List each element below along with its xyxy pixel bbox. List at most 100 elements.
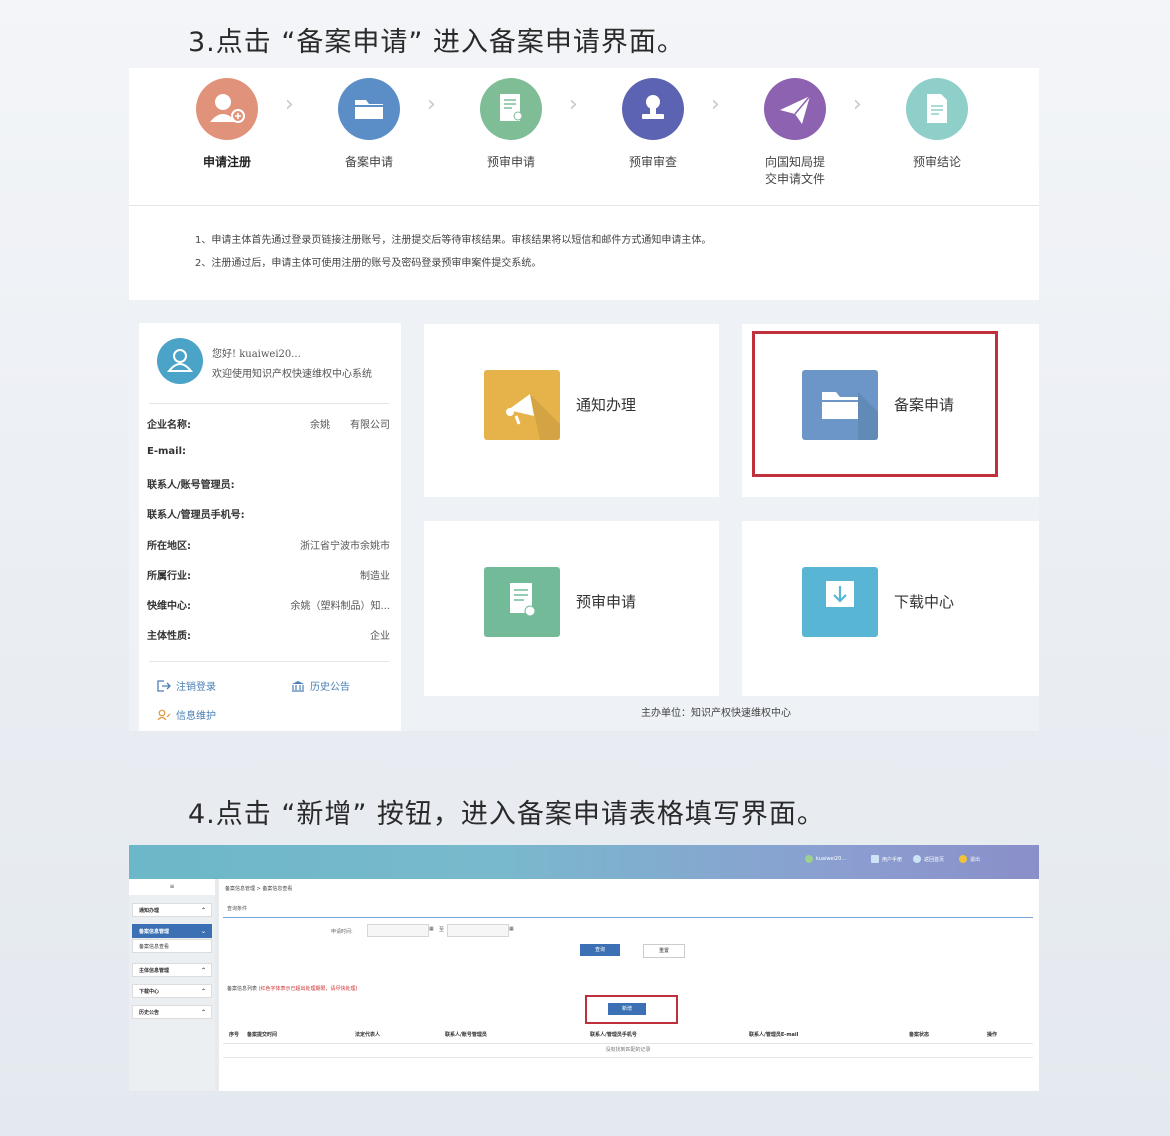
step-filing[interactable]: 备案申请	[309, 78, 429, 171]
column-header: 法定代表人	[355, 1032, 381, 1038]
sidebar: ≡ 通知办理 ⌃ 备案信息管理 ⌄ 备案信息查看 主体信息管理 ⌃ 下载中心 ⌃ 历史公…	[129, 879, 215, 1091]
step-label: 备案申请	[344, 155, 393, 169]
step-label: 预审申请	[486, 155, 535, 169]
apply-time-label: 申请时间:	[331, 929, 353, 935]
chevron-right-icon: ›	[711, 92, 720, 117]
process-steps-card: 申请注册 › 备案申请 › 预审申请 › 预审审查 › 向国知局提 交申请文件 …	[129, 68, 1039, 300]
screenshot-1: 申请注册 › 备案申请 › 预审申请 › 预审审查 › 向国知局提 交申请文件 …	[129, 68, 1039, 731]
step-label: 预审审查	[628, 155, 677, 169]
info-row-region: 所在地区: 浙江省宁波市余姚市	[147, 541, 390, 552]
greeting-text: 您好! kuaiwei20...	[212, 349, 301, 360]
screenshot-2: kuaiwei20... 用户手册 返回首页 退出 ≡ 通知办理 ⌃ 备案信息管理…	[129, 845, 1039, 1091]
tile-notice[interactable]: 通知办理	[424, 324, 719, 497]
column-header: 序号	[229, 1032, 240, 1038]
info-row-contact: 联系人/账号管理员:	[147, 480, 235, 491]
document-user-icon	[480, 78, 542, 140]
manual-link[interactable]: 用户手册	[871, 855, 902, 863]
welcome-text: 欢迎使用知识产权快速维权中心系统	[212, 369, 372, 380]
tile-label: 下载中心	[894, 593, 955, 611]
step-conclusion[interactable]: 预审结论	[877, 78, 997, 171]
info-row-type: 主体性质: 企业	[147, 631, 390, 642]
info-row-industry: 所属行业: 制造业	[147, 571, 390, 582]
sidebar-item-download[interactable]: 下载中心 ⌃	[132, 984, 212, 998]
breadcrumb: 备案信息管理 > 备案信息查看	[225, 886, 293, 892]
tile-label: 通知办理	[576, 396, 637, 414]
end-date-input[interactable]	[447, 924, 509, 937]
sidebar-item-history[interactable]: 历史公告 ⌃	[132, 1005, 212, 1019]
registration-notes: 1、申请主体首先通过登录页链接注册账号，注册提交后等待审核结果。审核结果将以短信…	[195, 229, 711, 275]
avatar-icon	[157, 338, 203, 384]
sidebar-item-filing-manage[interactable]: 备案信息管理 ⌄	[132, 924, 212, 938]
chevron-right-icon: ›	[427, 92, 436, 117]
step-label: 向国知局提 交申请文件	[764, 155, 825, 186]
query-title: 查询条件	[227, 906, 248, 912]
book-icon	[871, 855, 879, 863]
stamp-icon	[622, 78, 684, 140]
logout-link[interactable]: 注销登录	[157, 678, 216, 693]
divider	[149, 661, 389, 662]
info-row-email: E-mail:	[147, 446, 187, 457]
chevron-right-icon: ›	[853, 92, 862, 117]
home-icon	[913, 855, 921, 863]
menu-toggle-icon[interactable]: ≡	[129, 879, 215, 895]
user-edit-icon	[157, 709, 171, 720]
highlight-box	[585, 995, 678, 1024]
info-row-company: 企业名称: 余姚 有限公司	[147, 420, 390, 431]
sponsor-footer: 主办单位：知识产权快速维权中心	[641, 708, 791, 719]
tile-pre-review[interactable]: 预审申请	[424, 521, 719, 696]
user-info-panel: 您好! kuaiwei20... 欢迎使用知识产权快速维权中心系统 企业名称: 余…	[139, 323, 401, 731]
note-line: 1、申请主体首先通过登录页链接注册账号，注册提交后等待审核结果。审核结果将以短信…	[195, 235, 712, 246]
to-label: 至	[439, 927, 445, 933]
info-row-center: 快维中心: 余姚（塑料制品）知...	[147, 601, 390, 612]
user-greeting: 您好! kuaiwei20... 欢迎使用知识产权快速维权中心系统	[212, 345, 372, 385]
document-icon	[906, 78, 968, 140]
user-icon	[805, 855, 813, 863]
step4-heading: 4.点击 “新增” 按钮，进入备案申请表格填写界面。	[188, 799, 825, 830]
home-link[interactable]: 返回首页	[913, 855, 944, 863]
highlight-box	[752, 331, 998, 477]
download-icon	[802, 567, 878, 637]
column-header: 联系人/管理员E-mail	[749, 1032, 799, 1038]
column-header: 联系人/管理员手机号	[590, 1032, 637, 1038]
info-row-phone: 联系人/管理员手机号:	[147, 510, 245, 521]
paper-plane-icon	[764, 78, 826, 140]
bank-icon	[292, 680, 304, 692]
power-icon	[959, 855, 967, 863]
calendar-icon[interactable]: ▦	[509, 926, 514, 932]
column-header: 联系人/账号管理员	[445, 1032, 487, 1038]
step3-heading: 3.点击 “备案申请” 进入备案申请界面。	[188, 27, 685, 58]
chevron-right-icon: ›	[569, 92, 578, 117]
chevron-right-icon: ›	[285, 92, 294, 117]
user-menu[interactable]: kuaiwei20...	[805, 855, 846, 863]
query-button[interactable]: 查询	[580, 944, 620, 956]
step-label: 预审结论	[912, 155, 961, 169]
tile-label: 预审申请	[576, 593, 637, 611]
logout-icon	[157, 679, 171, 692]
step-label: 申请注册	[202, 155, 251, 169]
sidebar-item-notice[interactable]: 通知办理 ⌃	[132, 903, 212, 917]
step-pre-review[interactable]: 预审申请	[451, 78, 571, 171]
note-line: 2、注册通过后，申请主体可使用注册的账号及密码登录预审申案件提交系统。	[195, 258, 542, 269]
divider	[129, 205, 1039, 206]
megaphone-icon	[484, 370, 560, 440]
table-header: 序号 备案提交时间 法定代表人 联系人/账号管理员 联系人/管理员手机号 联系人…	[223, 1025, 1033, 1044]
list-title: 备案信息列表 (红色字体表示已超出处理期限，请尽快处理)	[227, 986, 358, 992]
step-review-check[interactable]: 预审审查	[593, 78, 713, 171]
exit-link[interactable]: 退出	[959, 855, 980, 863]
sidebar-item-entity[interactable]: 主体信息管理 ⌃	[132, 963, 212, 977]
document-user-icon	[484, 567, 560, 637]
divider	[149, 403, 389, 404]
step-submit-cnipa[interactable]: 向国知局提 交申请文件	[735, 78, 855, 188]
empty-row: 没有找到匹配的记录	[223, 1043, 1033, 1058]
sidebar-item-filing-view[interactable]: 备案信息查看	[132, 939, 212, 953]
info-maintain-link[interactable]: 信息维护	[157, 707, 216, 722]
start-date-input[interactable]	[367, 924, 429, 937]
step-register[interactable]: 申请注册	[167, 78, 287, 171]
main-content: 备案信息管理 > 备案信息查看 查询条件 申请时间: ▦ 至 ▦ 查询 重置 备…	[219, 879, 1039, 1091]
folder-icon	[338, 78, 400, 140]
reset-button[interactable]: 重置	[643, 944, 685, 958]
calendar-icon[interactable]: ▦	[429, 926, 434, 932]
history-notice-link[interactable]: 历史公告	[291, 678, 350, 693]
tile-download[interactable]: 下载中心	[742, 521, 1039, 696]
app-topbar: kuaiwei20... 用户手册 返回首页 退出	[129, 845, 1039, 879]
